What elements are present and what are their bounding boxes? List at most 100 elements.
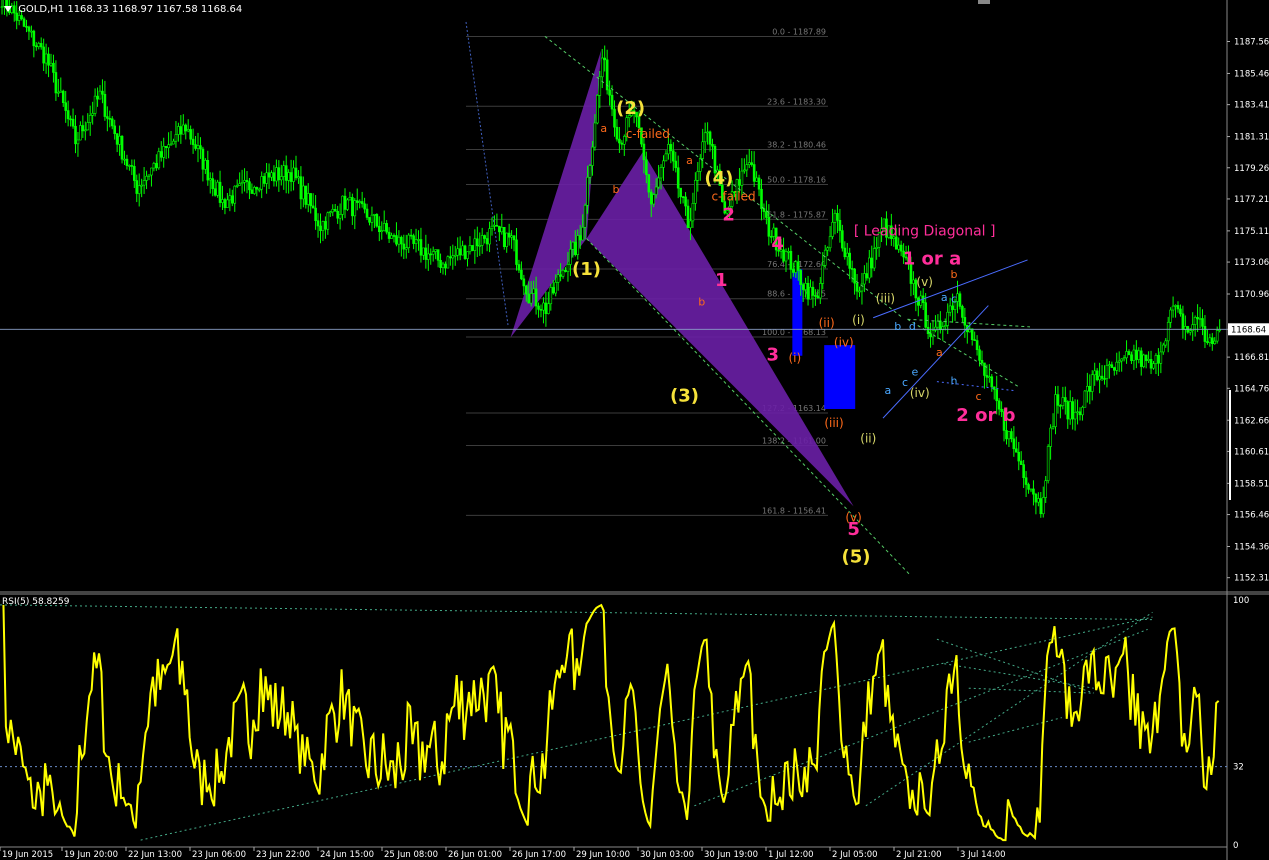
candle-body — [823, 249, 827, 266]
candle-body — [253, 187, 256, 194]
candle-body — [659, 167, 663, 179]
candle-body — [897, 244, 901, 250]
candle-body — [1007, 431, 1011, 440]
candle-body — [664, 153, 668, 162]
candle-body — [324, 221, 327, 230]
candle-body — [1169, 309, 1172, 323]
wave-label: c-failed — [711, 190, 755, 204]
candle-body — [765, 211, 768, 218]
rsi-trendline — [968, 687, 1092, 694]
candle-body — [865, 273, 869, 279]
candle-body — [1029, 488, 1033, 491]
candle-body — [34, 45, 38, 48]
candle-body — [1193, 317, 1197, 325]
candle-body — [86, 122, 90, 131]
wave-label: a — [885, 384, 892, 397]
candle-body — [91, 113, 94, 116]
candle-body — [142, 180, 146, 186]
candle-body — [1166, 321, 1170, 342]
candle-body — [182, 124, 185, 135]
candle-body — [821, 265, 825, 284]
candle-body — [995, 389, 999, 402]
symbol-header[interactable]: GOLD,H1 1168.33 1168.97 1167.58 1168.64 — [4, 4, 242, 15]
current-price-label: 1168.64 — [1231, 325, 1266, 335]
candle-body — [833, 213, 837, 223]
candle-body — [20, 15, 23, 20]
candle-body — [500, 226, 504, 233]
candle-body — [458, 248, 462, 256]
candle-body — [1162, 344, 1165, 353]
candle-body — [1034, 493, 1038, 503]
candle-body — [248, 181, 251, 191]
candle-body — [395, 235, 398, 245]
wave-label: (4) — [704, 168, 733, 189]
candle-body — [934, 326, 937, 331]
candle-body — [59, 90, 63, 93]
candle-body — [620, 142, 624, 145]
rsi-trendline — [0, 604, 1153, 621]
price-tick-label: 1158.51 — [1234, 479, 1269, 489]
candle-body — [343, 195, 347, 210]
price-tick-label: 1164.76 — [1234, 384, 1269, 394]
wave-label: b — [894, 320, 901, 333]
time-axis[interactable]: 19 Jun 2015 19 Jun 20:00 22 Jun 13:00 23 Ju… — [0, 847, 1006, 860]
candle-body — [98, 90, 102, 100]
wave-label: a — [941, 291, 948, 304]
candle-body — [559, 274, 562, 277]
candle-body — [120, 135, 124, 160]
candle-body — [314, 207, 317, 221]
price-tick-label: 1185.46 — [1234, 69, 1269, 79]
candle-body — [216, 181, 219, 196]
candle-body — [25, 26, 28, 28]
candle-body — [1137, 350, 1141, 360]
candle-body — [1066, 401, 1070, 420]
candle-body — [299, 176, 303, 200]
fib-level-label: 23.6 - 1183.30 — [767, 97, 826, 106]
candle-body — [108, 118, 112, 120]
candle-body — [654, 186, 658, 195]
scroll-marker — [978, 0, 990, 4]
candle-body — [287, 172, 290, 181]
candle-body — [804, 282, 807, 290]
candle-body — [1191, 324, 1194, 331]
wave-label: a — [600, 122, 607, 135]
time-tick-label: 2 Jul 05:00 — [832, 850, 878, 860]
candle-body — [228, 195, 232, 201]
candle-body — [684, 196, 687, 207]
candle-body — [1044, 480, 1047, 498]
candle-body — [382, 223, 386, 231]
time-tick-label: 19 Jun 20:00 — [64, 850, 118, 860]
time-tick-label: 30 Jun 03:00 — [640, 850, 694, 860]
candle-body — [255, 187, 259, 190]
candle-body — [321, 221, 325, 232]
candle-body — [867, 257, 871, 279]
candle-body — [461, 245, 464, 256]
price-tick-label: 1177.21 — [1234, 195, 1269, 205]
candle-body — [1113, 367, 1116, 371]
candle-body — [76, 139, 80, 145]
candle-body — [419, 239, 423, 256]
candle-body — [1037, 498, 1040, 503]
chart-canvas[interactable]: 0.0 - 1187.89 23.6 - 1183.30 38.2 - 1180.4… — [0, 0, 1269, 860]
candle-body — [963, 317, 967, 326]
candle-body — [544, 302, 548, 314]
chevron-down-icon[interactable] — [4, 6, 12, 12]
candle-body — [757, 177, 761, 190]
candle-body — [711, 143, 714, 147]
candle-body — [1076, 411, 1079, 414]
candle-body — [157, 151, 161, 169]
candle-body — [547, 303, 550, 314]
candle-body — [975, 340, 979, 351]
candle-body — [961, 306, 964, 318]
candle-body — [370, 214, 374, 223]
rsi-tick-label: 32 — [1233, 763, 1244, 773]
wave-label: (ii) — [819, 316, 835, 330]
candle-body — [970, 328, 974, 340]
candle-body — [1171, 305, 1175, 311]
candle-body — [186, 129, 190, 132]
candle-body — [875, 247, 878, 249]
candle-body — [201, 148, 205, 170]
candle-body — [54, 72, 58, 94]
price-axis[interactable]: 1187.56 1185.46 1183.41 1181.31 1179.26 1177.… — [1227, 38, 1269, 584]
candle-body — [674, 160, 678, 169]
